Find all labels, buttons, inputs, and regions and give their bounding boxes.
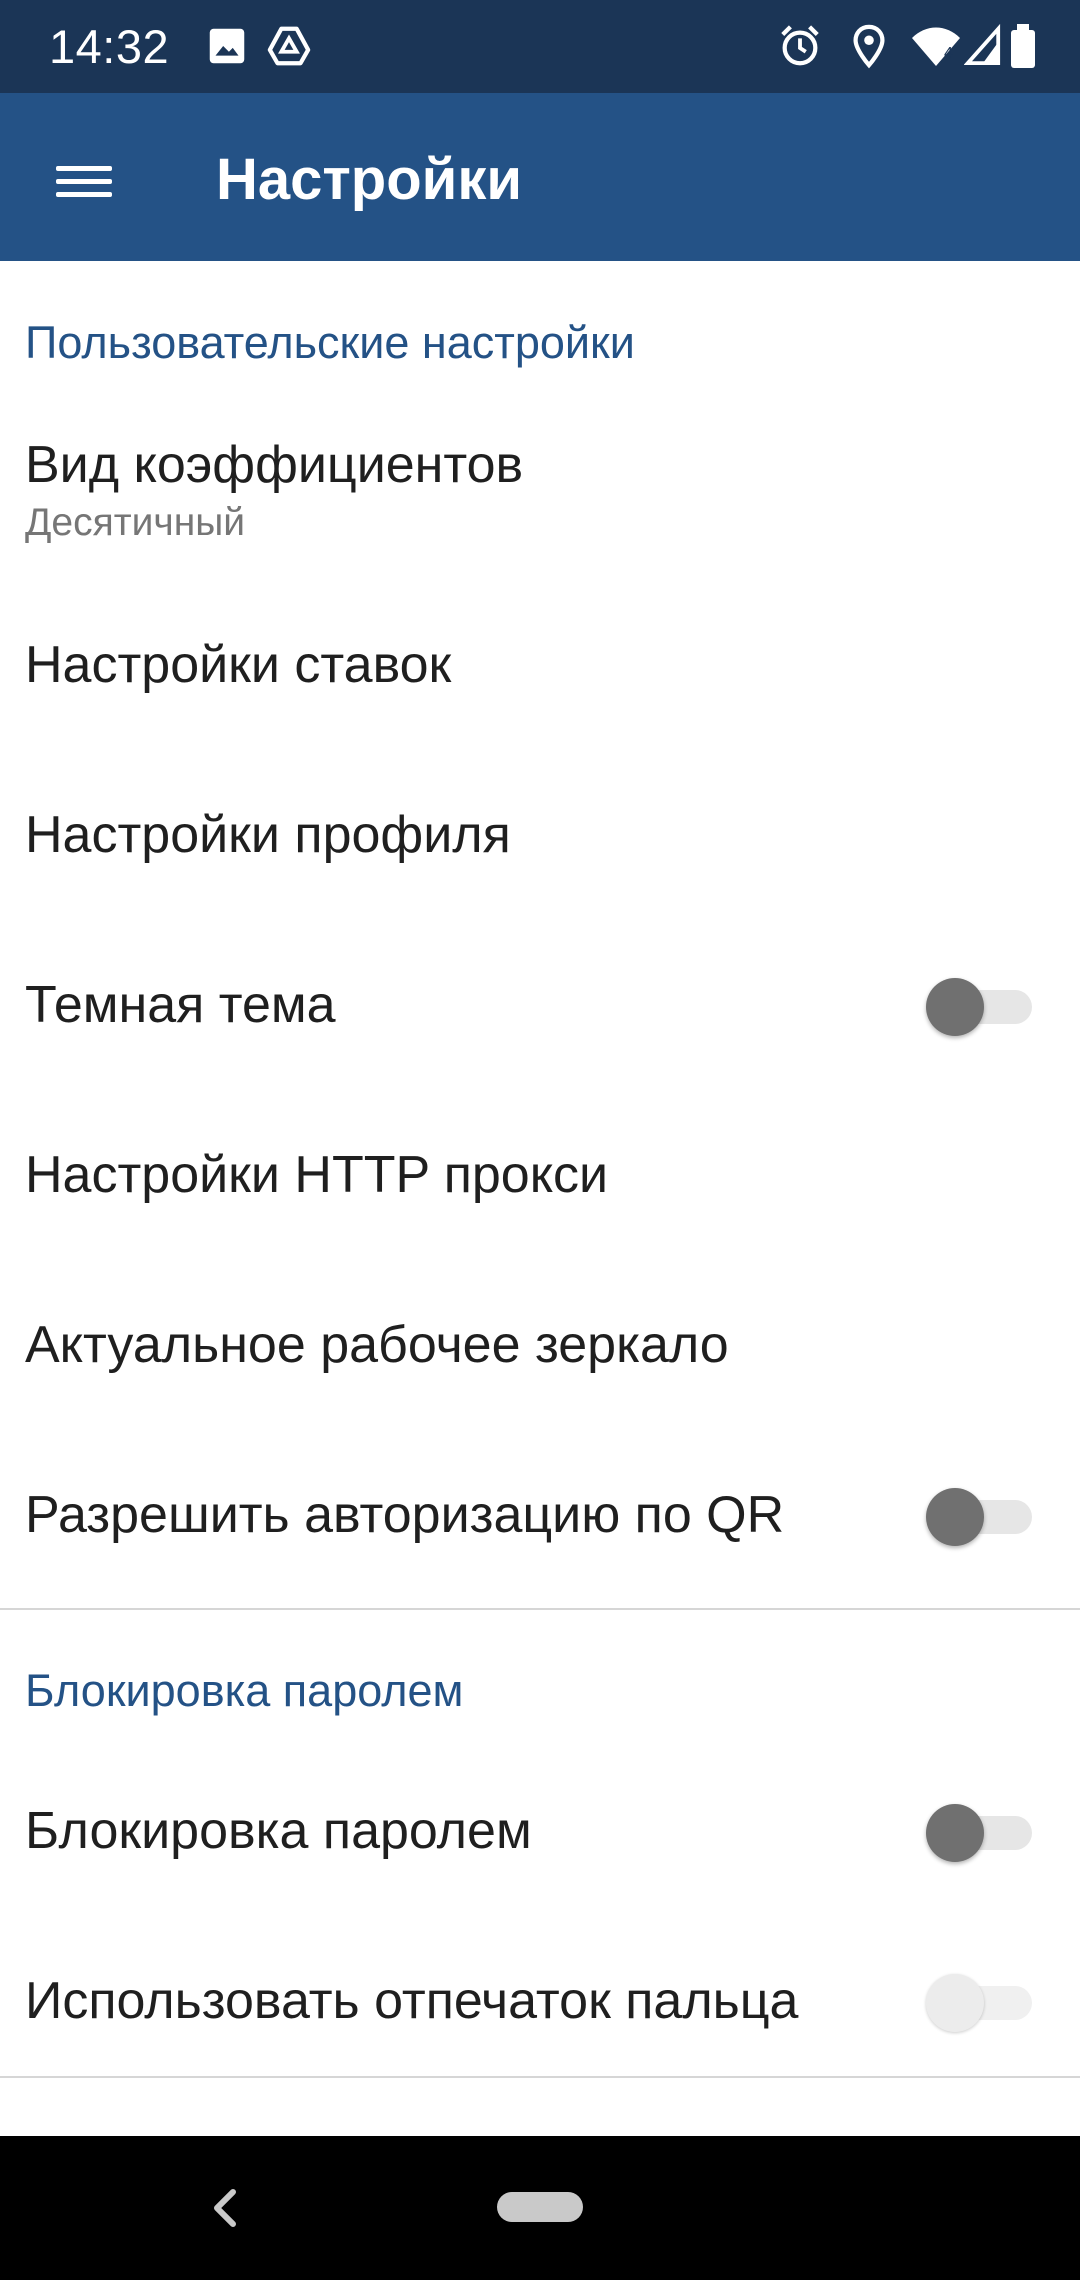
- app-bar: Настройки: [0, 93, 1080, 261]
- setting-odds-format[interactable]: Вид коэффициентов Десятичный: [0, 409, 1080, 569]
- setting-title: Разрешить авторизацию по QR: [25, 1486, 785, 1544]
- battery-icon: [1011, 24, 1035, 68]
- section-header-user-settings: Пользовательские настройки: [25, 317, 635, 368]
- status-time: 14:32: [49, 20, 170, 73]
- alarm-icon: [781, 25, 819, 66]
- navigation-bar: [0, 2136, 1080, 2280]
- page-title: Настройки: [216, 147, 523, 212]
- setting-working-mirror[interactable]: Актуальное рабочее зеркало: [0, 1249, 1080, 1419]
- status-bar: 14:32 4: [0, 0, 1080, 93]
- setting-title: Использовать отпечаток пальца: [25, 1972, 799, 2030]
- image-icon: [209, 28, 245, 64]
- qr-authorization-toggle[interactable]: [926, 1482, 1032, 1546]
- section-divider: [0, 1608, 1080, 1610]
- setting-title: Темная тема: [25, 976, 336, 1034]
- setting-title: Настройки ставок: [25, 636, 452, 694]
- setting-title: Блокировка паролем: [25, 1802, 532, 1860]
- section-header-password-lock: Блокировка паролем: [25, 1665, 464, 1716]
- password-lock-toggle[interactable]: [926, 1798, 1032, 1862]
- setting-title: Настройки HTTP прокси: [25, 1146, 609, 1204]
- setting-qr-authorization[interactable]: Разрешить авторизацию по QR: [0, 1419, 1080, 1589]
- setting-fingerprint[interactable]: Использовать отпечаток пальца: [0, 1907, 1080, 2077]
- setting-title: Настройки профиля: [25, 806, 511, 864]
- setting-http-proxy[interactable]: Настройки HTTP прокси: [0, 1079, 1080, 1249]
- fingerprint-toggle[interactable]: [926, 1968, 1032, 2032]
- signal-icon: [964, 23, 1001, 65]
- setting-bet-settings[interactable]: Настройки ставок: [0, 569, 1080, 739]
- home-pill-icon[interactable]: [497, 2192, 583, 2222]
- drive-icon: [267, 26, 311, 66]
- dark-theme-toggle[interactable]: [926, 972, 1032, 1036]
- wifi-icon: 4: [912, 27, 960, 66]
- setting-title: Актуальное рабочее зеркало: [25, 1316, 729, 1374]
- setting-subtitle: Десятичный: [25, 501, 246, 544]
- svg-text:4: 4: [944, 45, 953, 62]
- hamburger-menu-icon[interactable]: [34, 131, 134, 231]
- setting-dark-theme[interactable]: Темная тема: [0, 909, 1080, 1079]
- location-icon: [853, 24, 885, 69]
- section-divider: [0, 2076, 1080, 2078]
- setting-title: Вид коэффициентов: [25, 436, 524, 494]
- setting-profile-settings[interactable]: Настройки профиля: [0, 739, 1080, 909]
- back-chevron-icon[interactable]: [203, 2176, 247, 2240]
- setting-password-lock[interactable]: Блокировка паролем: [0, 1737, 1080, 1907]
